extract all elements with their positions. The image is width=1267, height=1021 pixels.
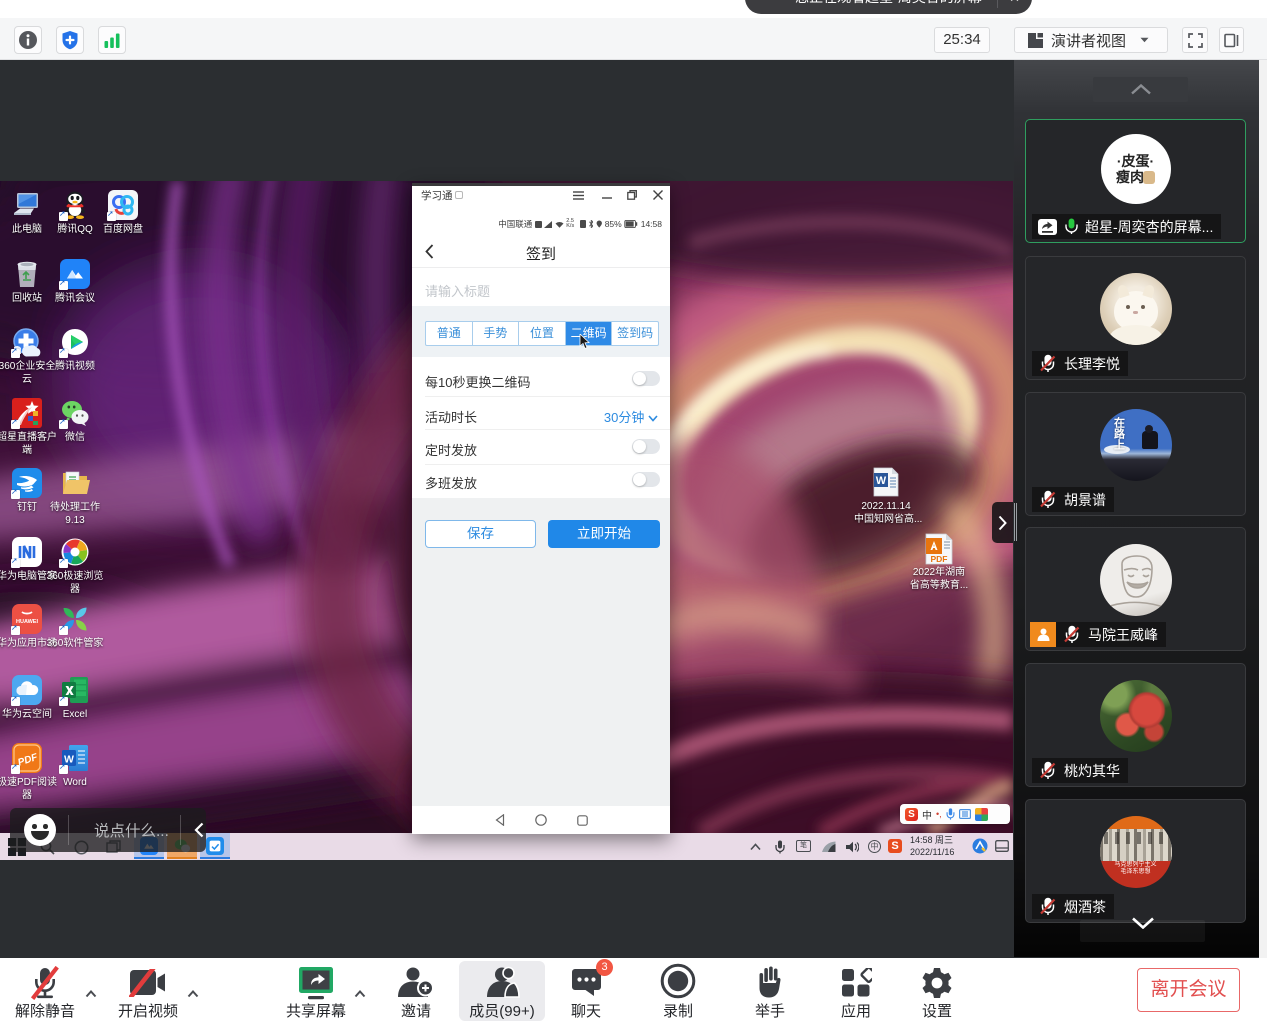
svg-text:PDF: PDF <box>931 554 948 564</box>
svg-text:W: W <box>876 475 887 487</box>
svg-text:HUAWEI: HUAWEI <box>16 619 38 625</box>
